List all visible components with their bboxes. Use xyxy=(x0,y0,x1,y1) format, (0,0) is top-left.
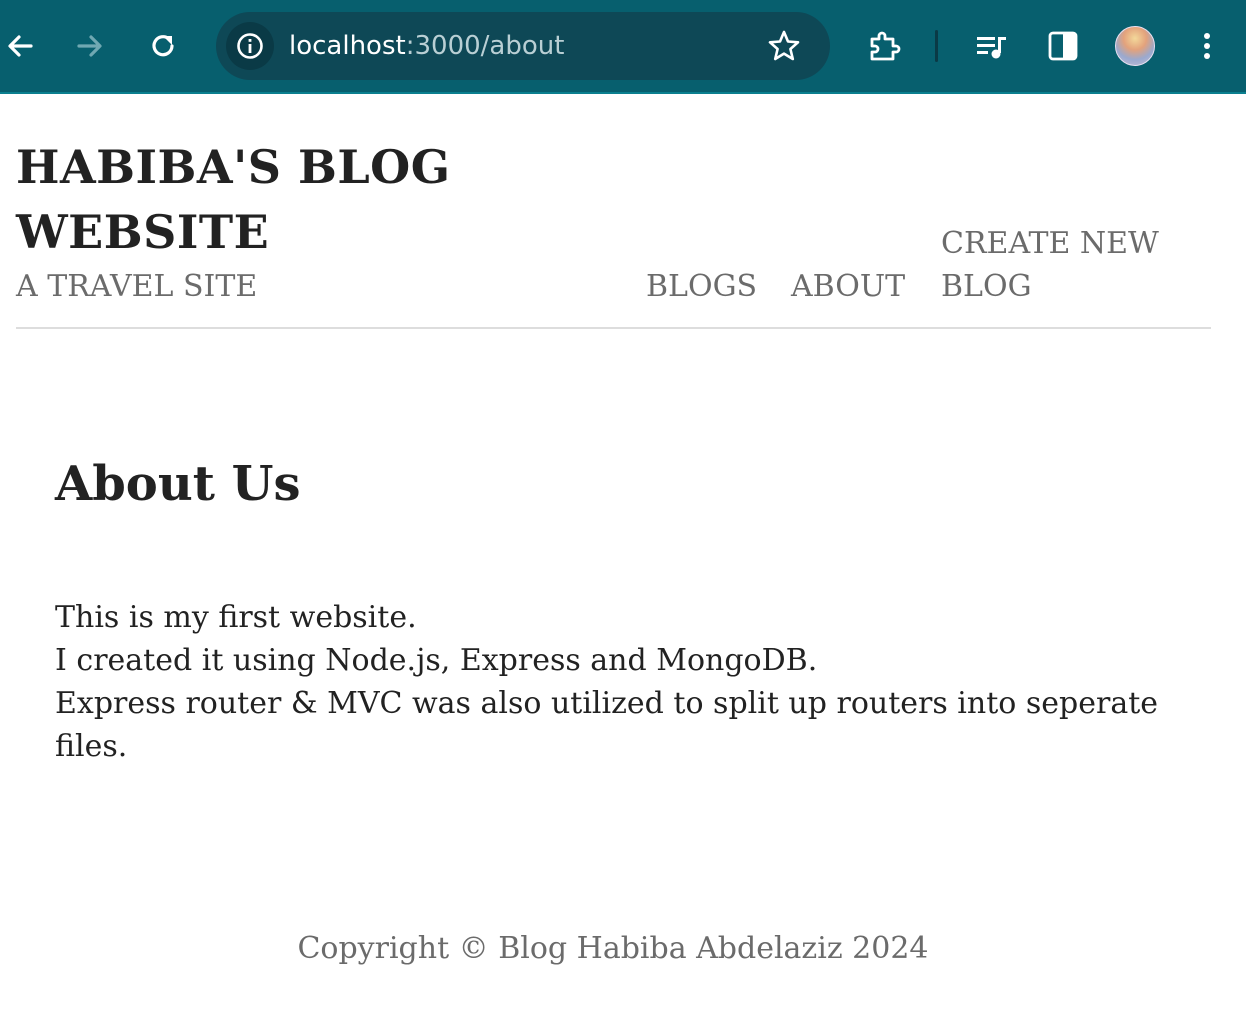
url-host: localhost xyxy=(289,31,406,61)
kebab-menu-icon[interactable] xyxy=(1187,26,1227,66)
about-line: I created it using Node.js, Express and … xyxy=(55,643,818,678)
browser-toolbar: localhost:3000/about xyxy=(0,0,1246,94)
about-section: About Us This is my first website. I cre… xyxy=(55,450,1175,764)
header-divider xyxy=(16,327,1211,329)
star-icon[interactable] xyxy=(766,28,802,64)
address-bar[interactable]: localhost:3000/about xyxy=(216,12,830,80)
toolbar-divider xyxy=(935,30,938,62)
toolbar-bottom-border xyxy=(0,92,1246,94)
main-nav: BLOGS ABOUT CREATE NEW BLOG xyxy=(16,221,1211,321)
forward-arrow-icon[interactable] xyxy=(70,26,110,66)
about-line: Express router & MVC was also utilized t… xyxy=(55,686,1159,764)
nav-about-link[interactable]: ABOUT xyxy=(791,265,905,308)
info-icon[interactable] xyxy=(226,22,274,70)
nav-blogs-link[interactable]: BLOGS xyxy=(646,265,757,308)
puzzle-icon[interactable] xyxy=(864,26,904,66)
side-panel-icon[interactable] xyxy=(1043,26,1083,66)
back-arrow-icon[interactable] xyxy=(0,26,40,66)
avatar[interactable] xyxy=(1115,26,1155,66)
reload-icon[interactable] xyxy=(143,26,183,66)
about-line: This is my first website. xyxy=(55,600,417,635)
url-path: :3000/about xyxy=(405,31,565,61)
page-title: About Us xyxy=(55,456,301,512)
footer-copyright: Copyright © Blog Habiba Abdelaziz 2024 xyxy=(297,931,929,966)
nav-create-blog-link[interactable]: CREATE NEW BLOG xyxy=(941,222,1171,308)
about-body: This is my first website. I created it u… xyxy=(55,596,1175,768)
playlist-icon[interactable] xyxy=(971,26,1011,66)
url-text[interactable]: localhost:3000/about xyxy=(289,12,564,80)
